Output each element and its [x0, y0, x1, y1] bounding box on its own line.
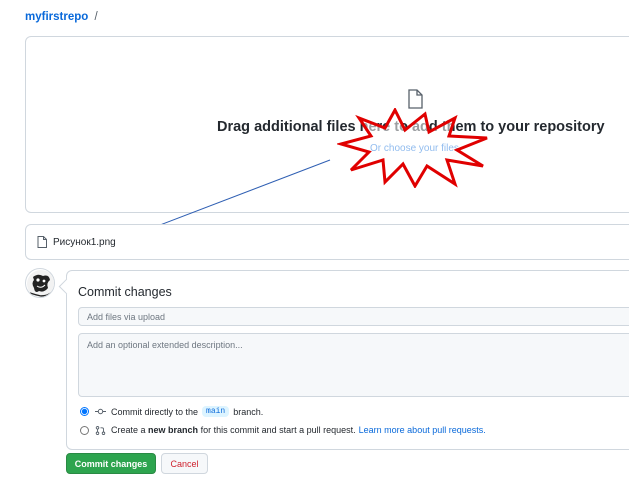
avatar: [25, 268, 55, 298]
repo-link[interactable]: myfirstrepo: [25, 11, 88, 23]
new-branch-prefix: Create a: [111, 425, 146, 435]
new-branch-suffix: for this commit and start a pull request…: [200, 425, 356, 435]
new-branch-option[interactable]: Create a new branch for this commit and …: [80, 425, 486, 435]
uploaded-files-list: Рисунок1.png: [25, 224, 629, 260]
file-dropzone[interactable]: Drag additional files here to add them t…: [25, 36, 629, 213]
commit-direct-prefix: Commit directly to the: [111, 406, 199, 417]
list-item: Рисунок1.png: [37, 236, 116, 248]
commit-changes-button[interactable]: Commit changes: [66, 453, 156, 474]
breadcrumb: myfirstrepo /: [25, 11, 98, 23]
learn-more-link[interactable]: Learn more about pull requests.: [359, 425, 486, 435]
commit-direct-option[interactable]: Commit directly to the main branch.: [80, 406, 263, 417]
commit-direct-suffix: branch.: [233, 406, 264, 417]
file-icon: [408, 89, 423, 109]
commit-description-input[interactable]: [78, 333, 629, 397]
new-branch-bold: new branch: [148, 425, 199, 435]
commit-summary-input[interactable]: [78, 307, 629, 326]
breadcrumb-separator: /: [94, 11, 98, 23]
commit-form: Commit changes Commit directly to the ma…: [66, 270, 629, 450]
branch-name-badge: main: [202, 406, 230, 417]
git-commit-icon: [95, 407, 106, 416]
pull-request-icon: [95, 425, 106, 435]
cancel-button[interactable]: Cancel: [161, 453, 208, 474]
file-name: Рисунок1.png: [53, 236, 116, 248]
drag-title: Drag additional files here to add them t…: [217, 119, 605, 135]
file-icon: [37, 236, 47, 248]
commit-title: Commit changes: [78, 285, 172, 299]
new-branch-radio[interactable]: [80, 425, 89, 435]
commit-direct-radio[interactable]: [80, 407, 89, 416]
choose-files-link[interactable]: Or choose your files: [370, 143, 459, 154]
